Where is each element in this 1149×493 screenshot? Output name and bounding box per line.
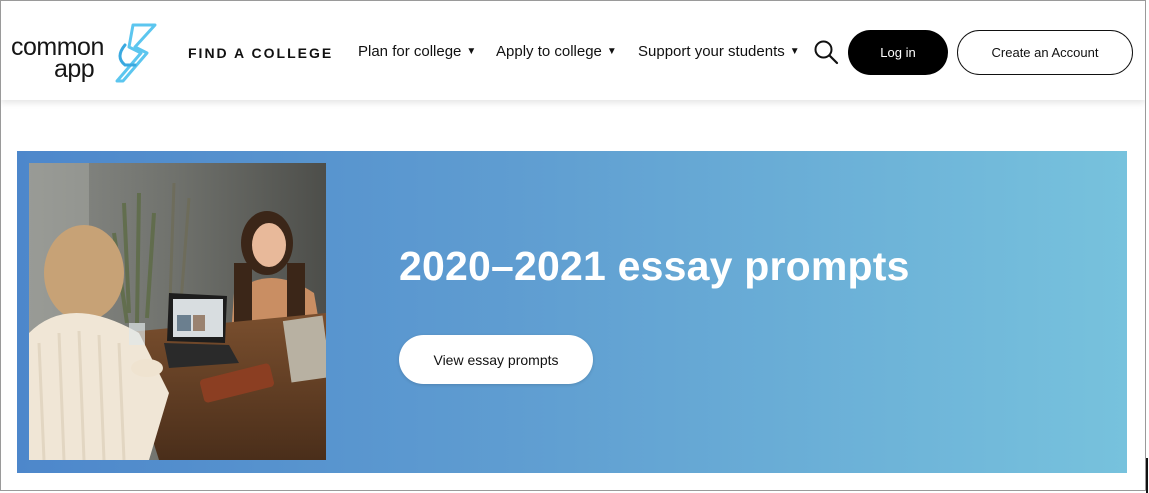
login-button[interactable]: Log in (848, 30, 948, 75)
nav-menu-label: Support your students (638, 43, 785, 60)
create-account-button[interactable]: Create an Account (957, 30, 1133, 75)
logo-mark-icon (115, 23, 157, 83)
view-essay-prompts-button[interactable]: View essay prompts (399, 335, 593, 384)
nav-apply-to-college[interactable]: Apply to college ▼ (496, 43, 617, 60)
nav-menu-label: Apply to college (496, 43, 602, 60)
nav-menu-label: Plan for college (358, 43, 462, 60)
hero-title: 2020–2021 essay prompts (399, 243, 910, 289)
search-icon[interactable] (813, 39, 839, 65)
common-app-logo[interactable]: common app (11, 23, 161, 83)
nav-plan-for-college[interactable]: Plan for college ▼ (358, 43, 476, 60)
site-header: common app FIND A COLLEGE Plan for colle… (1, 1, 1145, 100)
logo-word-app: app (54, 55, 95, 83)
caret-down-icon: ▼ (789, 46, 800, 57)
students-photo-illustration (29, 163, 326, 460)
hero-banner: 2020–2021 essay prompts View essay promp… (17, 151, 1127, 473)
caret-down-icon: ▼ (466, 46, 477, 57)
nav-support-your-students[interactable]: Support your students ▼ (638, 43, 800, 60)
hero-photo (29, 163, 326, 460)
caret-down-icon: ▼ (606, 46, 617, 57)
browser-viewport: common app FIND A COLLEGE Plan for colle… (0, 0, 1146, 491)
window-edge-marker (1146, 458, 1148, 493)
nav-find-a-college[interactable]: FIND A COLLEGE (188, 45, 333, 61)
